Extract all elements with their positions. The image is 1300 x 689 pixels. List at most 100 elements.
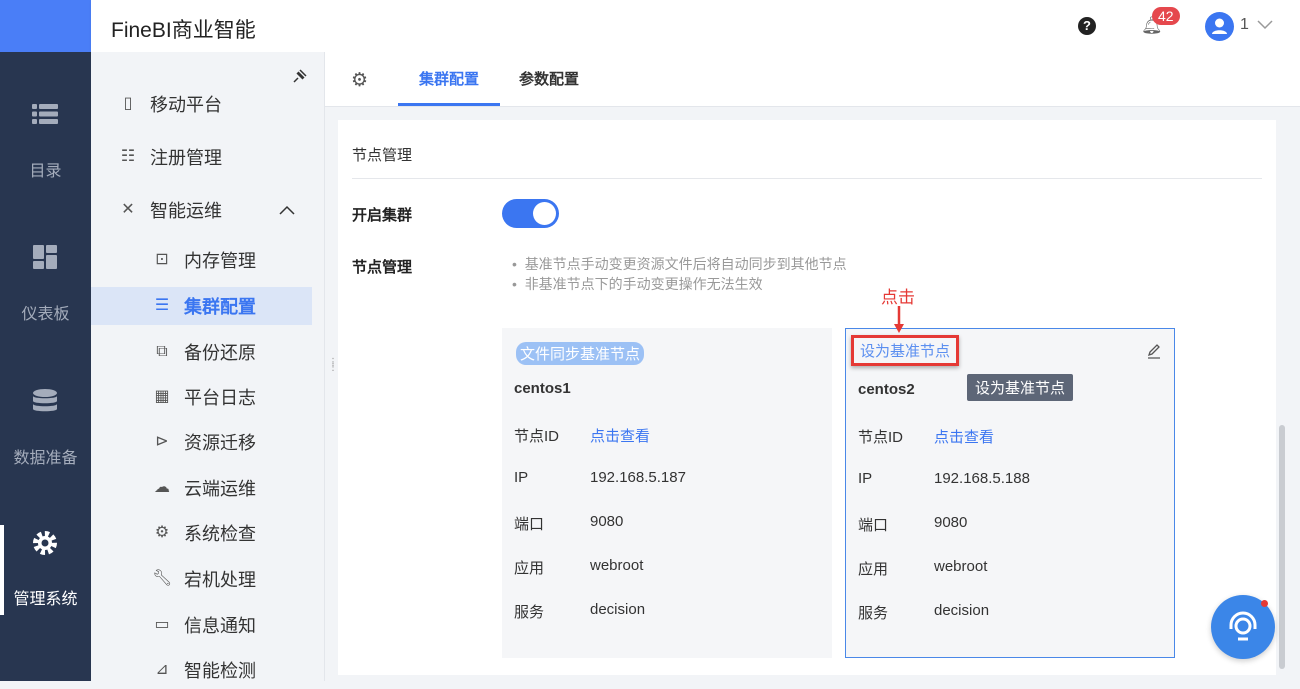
node-mgmt-label: 节点管理 [352,259,413,276]
sidebar-item-label: 备份还原 [184,343,256,363]
node-row-id: 节点ID 点击查看 [514,425,650,446]
chevron-up-icon[interactable] [279,205,295,215]
node-row-service: 服务 decision [514,601,645,622]
cluster-icon: ☰ [154,297,170,314]
rail-label: 管理系统 [13,591,78,608]
enable-cluster-toggle[interactable] [502,199,559,228]
sidebar-item-log[interactable]: ▦ 平台日志 [91,378,312,416]
view-id-link[interactable]: 点击查看 [934,426,994,447]
sidebar-item-label: 云端运维 [184,479,256,499]
help-icon[interactable]: ? [1078,17,1096,35]
mobile-icon: ▯ [123,95,133,112]
backup-icon: ⧉ [156,343,168,360]
sidebar-item-migrate[interactable]: ⊳ 资源迁移 [91,423,312,461]
sidebar-item-label: 内存管理 [184,251,256,271]
node-row-app: 应用 webroot [514,557,643,578]
tip-item: • 非基准节点下的手动变更操作无法生效 [512,276,763,292]
sidebar-item-notify[interactable]: ▭ 信息通知 [91,606,312,644]
chart-icon: ⊿ [155,661,169,678]
rail-label: 数据准备 [13,450,78,467]
row-label: 端口 [514,516,545,533]
enable-cluster-label: 开启集群 [352,207,413,224]
logo-area [0,0,91,52]
sidebar-item-cloud[interactable]: ☁︎ 云端运维 [91,469,312,507]
gear-icon [33,531,57,555]
sidebar-item-detect[interactable]: ⊿ 智能检测 [91,651,312,689]
tab-bar: ⚙︎ 集群配置 参数配置 [325,52,1300,107]
divider [352,178,1262,179]
row-value: 192.168.5.188 [934,470,1030,487]
node-row-app: 应用 webroot [858,558,987,579]
row-label: 节点ID [858,429,904,446]
rail-item-admin[interactable]: 管理系统 [0,525,91,615]
tab-params[interactable]: 参数配置 [519,52,579,106]
resize-handle[interactable]: ⋮ ⋮ [328,358,338,373]
section-title: 节点管理 [352,147,413,164]
sidebar-item-memory[interactable]: ⊡ 内存管理 [91,241,312,279]
database-icon [33,389,57,412]
rail-item-dashboard[interactable]: 仪表板 [0,238,91,348]
node-card: 文件同步基准节点 centos1 节点ID 点击查看 IP 192.168.5.18… [502,328,832,658]
sidebar-item-cluster[interactable]: ☰ 集群配置 [91,287,312,325]
edit-icon[interactable] [1146,343,1162,359]
view-id-link[interactable]: 点击查看 [590,425,650,446]
rail-item-data-prep[interactable]: 数据准备 [0,382,91,492]
list-icon [32,104,58,124]
node-card: 设为基准节点 centos2 设为基准节点 节点ID 点击查看 IP 192.168… [845,328,1175,658]
sidebar-item-check[interactable]: ⚙︎ 系统检查 [91,514,312,552]
row-value: 192.168.5.187 [590,469,686,486]
row-label: 服务 [858,605,889,622]
main-rail: 目录 仪表板 数据准备 管理系统 [0,0,91,681]
row-value: 9080 [934,514,968,531]
scrollbar[interactable] [1279,425,1285,669]
register-icon: ☷ [120,148,136,165]
click-annotation: 点击 [881,288,915,307]
rail-label: 目录 [29,163,62,180]
row-value: webroot [590,557,644,574]
node-row-ip: IP 192.168.5.188 [858,470,1030,487]
tab-cluster[interactable]: 集群配置 [398,52,500,106]
app-title: FineBI商业智能 [111,19,256,42]
sidebar-item-label: 平台日志 [184,388,256,408]
sidebar-item-ops[interactable]: ✕ 智能运维 [91,191,312,229]
node-row-port: 端口 9080 [858,514,967,535]
node-row-port: 端口 9080 [514,513,623,534]
row-label: 节点ID [514,428,560,445]
row-value: 9080 [590,513,624,530]
sidebar-item-label: 注册管理 [150,148,222,168]
user-name[interactable]: 1 [1240,16,1249,34]
row-label: 应用 [514,560,545,577]
sidebar-item-register[interactable]: ☷ 注册管理 [91,138,312,176]
node-name: centos2 [858,381,915,398]
row-label: 服务 [514,604,545,621]
sidebar-item-label: 移动平台 [150,95,222,115]
avatar[interactable] [1205,12,1234,41]
folder-icon: ⊳ [155,433,169,450]
network-icon: ✕ [121,201,135,218]
base-node-badge: 文件同步基准节点 [516,342,645,365]
sidebar-item-mobile[interactable]: ▯ 移动平台 [91,85,312,123]
row-label: 端口 [858,517,889,534]
admin-sidebar: ▯ 移动平台 ☷ 注册管理 ✕ 智能运维 ⊡ 内存管理 ☰ 集群配置 ⧉ 备份还原 ▦ 平台日… [91,52,325,681]
node-row-service: 服务 decision [858,602,989,623]
sidebar-item-label: 集群配置 [184,297,256,317]
unread-dot [1261,600,1268,607]
tip-text: 非基准节点下的手动变更操作无法生效 [524,276,763,292]
support-button[interactable] [1211,595,1275,659]
row-value: webroot [934,558,988,575]
row-label: IP [858,470,873,487]
sidebar-item-label: 资源迁移 [184,433,256,453]
gear-icon: ⚙︎ [154,524,170,541]
sidebar-item-backup[interactable]: ⧉ 备份还原 [91,333,312,371]
row-label: 应用 [858,561,889,578]
row-value: decision [934,602,990,619]
pin-icon[interactable] [291,67,309,85]
dashboard-icon [33,245,57,269]
sidebar-item-crash[interactable]: 🔧︎ 宕机处理 [91,560,312,598]
rail-item-catalog[interactable]: 目录 [0,95,91,205]
chevron-down-icon[interactable] [1257,20,1273,30]
settings-icon[interactable]: ⚙︎ [351,69,368,92]
cloud-icon: ☁︎ [154,479,170,496]
set-base-node-button[interactable]: 设为基准节点 [851,335,960,366]
sidebar-item-label: 系统检查 [184,524,256,544]
